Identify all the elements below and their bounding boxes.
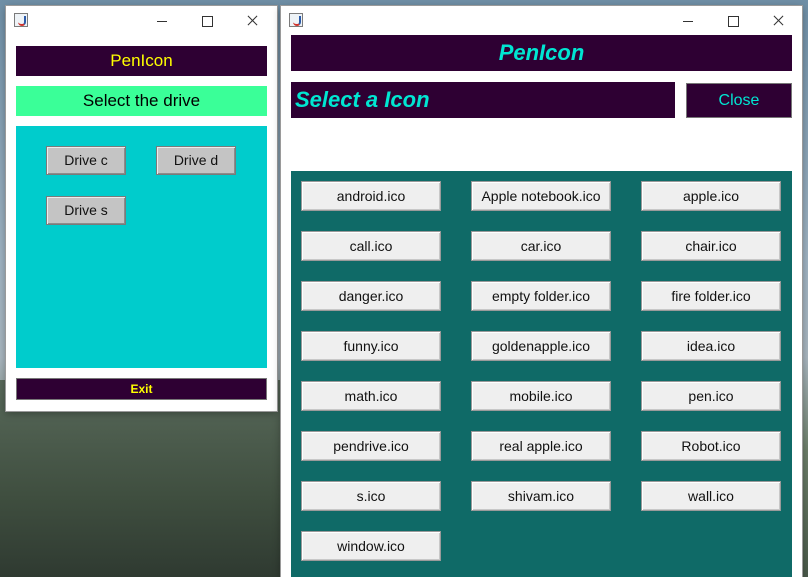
maximize-icon[interactable] (718, 10, 748, 32)
app-title: PenIcon (16, 46, 267, 76)
icon-button-panel: android.ico Apple notebook.ico apple.ico ca… (291, 171, 792, 577)
java-cup-icon (14, 13, 28, 27)
icon-option-button[interactable]: wall.ico (641, 481, 781, 511)
close-button[interactable]: Close (686, 83, 792, 118)
drive-button-panel: Drive c Drive d Drive s (16, 126, 267, 368)
icon-window-titlebar[interactable] (281, 6, 802, 36)
icon-option-button[interactable]: call.ico (301, 231, 441, 261)
icon-option-button[interactable]: math.ico (301, 381, 441, 411)
icon-option-button[interactable]: apple.ico (641, 181, 781, 211)
icon-option-button[interactable]: real apple.ico (471, 431, 611, 461)
icon-option-button[interactable]: shivam.ico (471, 481, 611, 511)
icon-option-button[interactable]: pen.ico (641, 381, 781, 411)
icon-option-button[interactable]: s.ico (301, 481, 441, 511)
drive-window-titlebar[interactable] (6, 6, 277, 36)
icon-option-button[interactable]: car.ico (471, 231, 611, 261)
close-icon[interactable] (237, 10, 267, 32)
icon-option-button[interactable]: android.ico (301, 181, 441, 211)
drive-window: PenIcon Select the drive Drive c Drive d… (6, 6, 277, 411)
icon-option-button[interactable]: empty folder.ico (471, 281, 611, 311)
maximize-icon[interactable] (192, 10, 222, 32)
java-cup-icon (289, 13, 303, 27)
close-icon[interactable] (763, 10, 793, 32)
icon-option-button[interactable]: window.ico (301, 531, 441, 561)
icon-option-button[interactable]: danger.ico (301, 281, 441, 311)
icon-option-button[interactable]: goldenapple.ico (471, 331, 611, 361)
icon-option-button[interactable]: funny.ico (301, 331, 441, 361)
minimize-icon[interactable] (673, 10, 703, 32)
app-title: PenIcon (291, 35, 792, 71)
icon-option-button[interactable]: mobile.ico (471, 381, 611, 411)
drive-s-button[interactable]: Drive s (46, 196, 126, 225)
minimize-icon[interactable] (147, 10, 177, 32)
drive-heading: Select the drive (16, 86, 267, 116)
icon-option-button[interactable]: idea.ico (641, 331, 781, 361)
icon-option-button[interactable]: pendrive.ico (301, 431, 441, 461)
select-icon-heading: Select a Icon (291, 82, 675, 118)
icon-option-button[interactable]: Apple notebook.ico (471, 181, 611, 211)
exit-button[interactable]: Exit (16, 378, 267, 400)
drive-d-button[interactable]: Drive d (156, 146, 236, 175)
icon-option-button[interactable]: Robot.ico (641, 431, 781, 461)
icon-option-button[interactable]: fire folder.ico (641, 281, 781, 311)
icon-option-button[interactable]: chair.ico (641, 231, 781, 261)
icon-window: PenIcon Select a Icon Close android.ico A… (281, 6, 802, 577)
drive-c-button[interactable]: Drive c (46, 146, 126, 175)
